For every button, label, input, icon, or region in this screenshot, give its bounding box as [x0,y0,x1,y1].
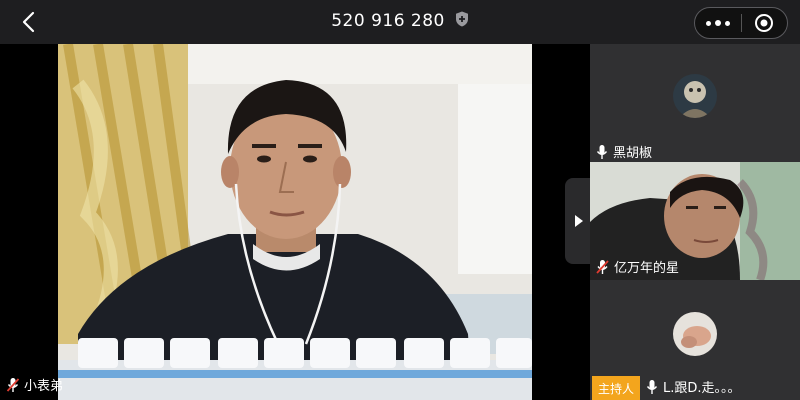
main-video[interactable] [58,44,532,400]
mic-icon [646,379,658,394]
participant-label: 亿万年的星 [596,257,679,276]
meeting-id-text: 520 916 280 [331,11,445,31]
participant-label: L.跟D.走。。。 [646,377,741,396]
participant-sidebar: 黑胡椒 亿万年的星 主持人 L.跟D.走。。。 [590,44,800,400]
main-participant-name: 小表弟 [24,379,64,394]
avatar-image [673,312,717,356]
main-participant-label: 小表弟 [6,375,63,394]
mini-program-capsule [694,7,788,39]
participant-label: 黑胡椒 [596,142,652,161]
participant-tile[interactable]: 黑胡椒 [590,44,800,162]
participant-name: L.跟D.走。。。 [663,381,741,396]
participant-name: 亿万年的星 [614,261,680,276]
avatar [673,74,717,118]
dot [705,20,711,26]
dot [724,20,730,26]
meeting-id-title: 520 916 280 [0,11,800,31]
mic-icon [596,144,608,159]
mic-muted-icon [6,377,20,392]
mic-muted-icon [596,259,609,274]
participant-name: 黑胡椒 [613,146,653,161]
close-button[interactable] [741,8,787,38]
top-bar: 520 916 280 [0,0,800,44]
participant-tile[interactable]: 主持人 L.跟D.走。。。 [590,280,800,400]
avatar [673,312,717,356]
more-button[interactable] [695,8,741,38]
collapse-sidebar-button[interactable] [565,178,593,264]
video-frame [58,44,532,400]
dot [714,20,721,26]
triangle-right-icon [575,215,583,227]
target-circle-icon [755,14,774,32]
host-badge: 主持人 [592,376,640,400]
participant-tile[interactable]: 亿万年的星 [590,162,800,280]
shield-icon [455,11,468,27]
main-stage: 小表弟 [0,44,590,400]
avatar-image [673,74,717,118]
